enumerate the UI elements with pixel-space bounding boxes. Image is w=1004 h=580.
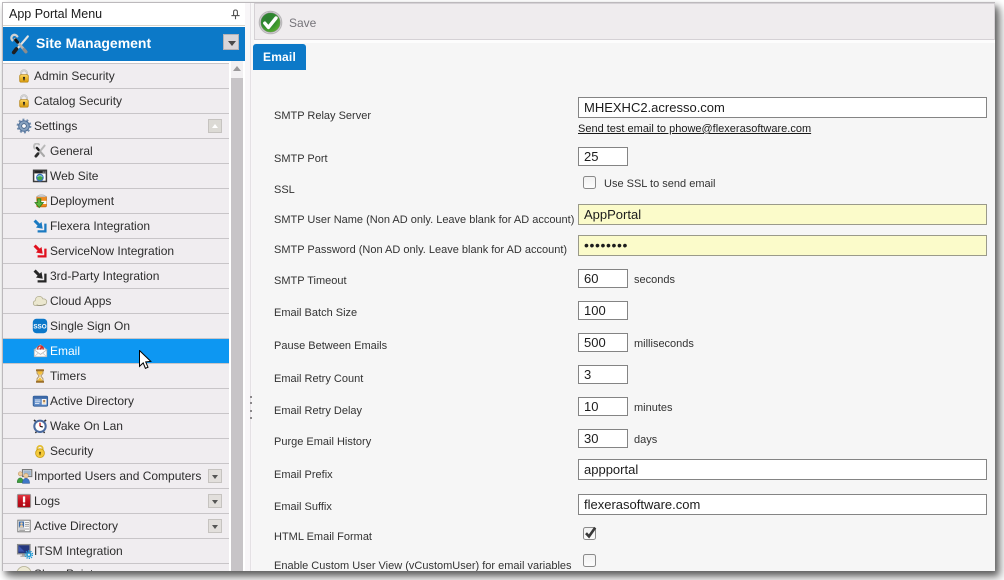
svg-text:SSO: SSO bbox=[33, 324, 46, 331]
